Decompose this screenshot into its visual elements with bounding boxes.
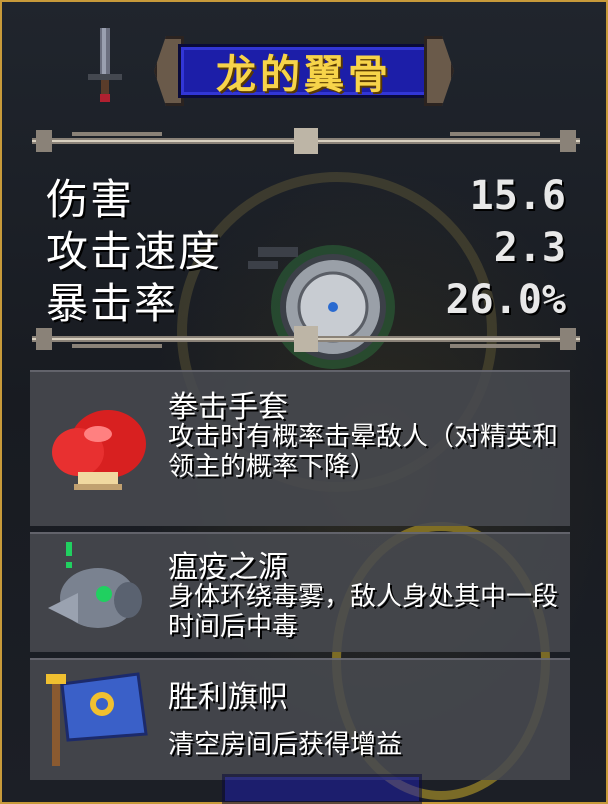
- effect-description: 清空房间后获得增益: [168, 730, 403, 760]
- ornament-divider-bottom: [32, 326, 580, 352]
- title-banner: 龙的翼骨: [178, 44, 430, 98]
- title-plate: 龙的翼骨: [154, 36, 454, 106]
- stat-row-damage: 伤害 15.6: [46, 170, 566, 224]
- ornament-divider-top: [32, 128, 580, 154]
- sword-icon: [88, 28, 122, 102]
- effect-row-victory-flag[interactable]: 胜利旗帜 清空房间后获得增益: [30, 658, 570, 780]
- title-cap-right: [424, 36, 454, 106]
- stat-row-attack-speed: 攻击速度 2.3: [46, 222, 566, 276]
- victory-flag-icon: [46, 672, 148, 766]
- stat-value: 26.0%: [445, 277, 566, 323]
- stat-row-crit-rate: 暴击率 26.0%: [46, 274, 566, 328]
- stat-label: 暴击率: [46, 278, 179, 328]
- item-title: 龙的翼骨: [216, 52, 392, 98]
- effect-name: 瘟疫之源: [168, 550, 288, 585]
- stat-value: 2.3: [493, 225, 566, 271]
- tooltip-frame: 龙的翼骨 伤害 15.6 攻击速度 2.3 暴击率 26.0% 拳击手套 攻击时…: [0, 0, 608, 804]
- bottom-title-plate: [222, 774, 422, 804]
- stats-panel: 伤害 15.6 攻击速度 2.3 暴击率 26.0%: [46, 170, 566, 328]
- effect-description: 攻击时有概率击晕敌人（对精英和领主的概率下降）: [168, 422, 559, 482]
- effect-name: 拳击手套: [168, 390, 288, 425]
- effect-row-boxing-glove[interactable]: 拳击手套 攻击时有概率击晕敌人（对精英和领主的概率下降）: [30, 370, 570, 526]
- effect-name: 胜利旗帜: [168, 680, 288, 715]
- effect-row-plague[interactable]: 瘟疫之源 身体环绕毒雾，敌人身处其中一段时间后中毒: [30, 532, 570, 652]
- plague-mask-icon: [48, 542, 142, 628]
- effect-description: 身体环绕毒雾，敌人身处其中一段时间后中毒: [168, 582, 559, 642]
- stat-value: 15.6: [469, 173, 566, 219]
- boxing-glove-icon: [52, 410, 146, 490]
